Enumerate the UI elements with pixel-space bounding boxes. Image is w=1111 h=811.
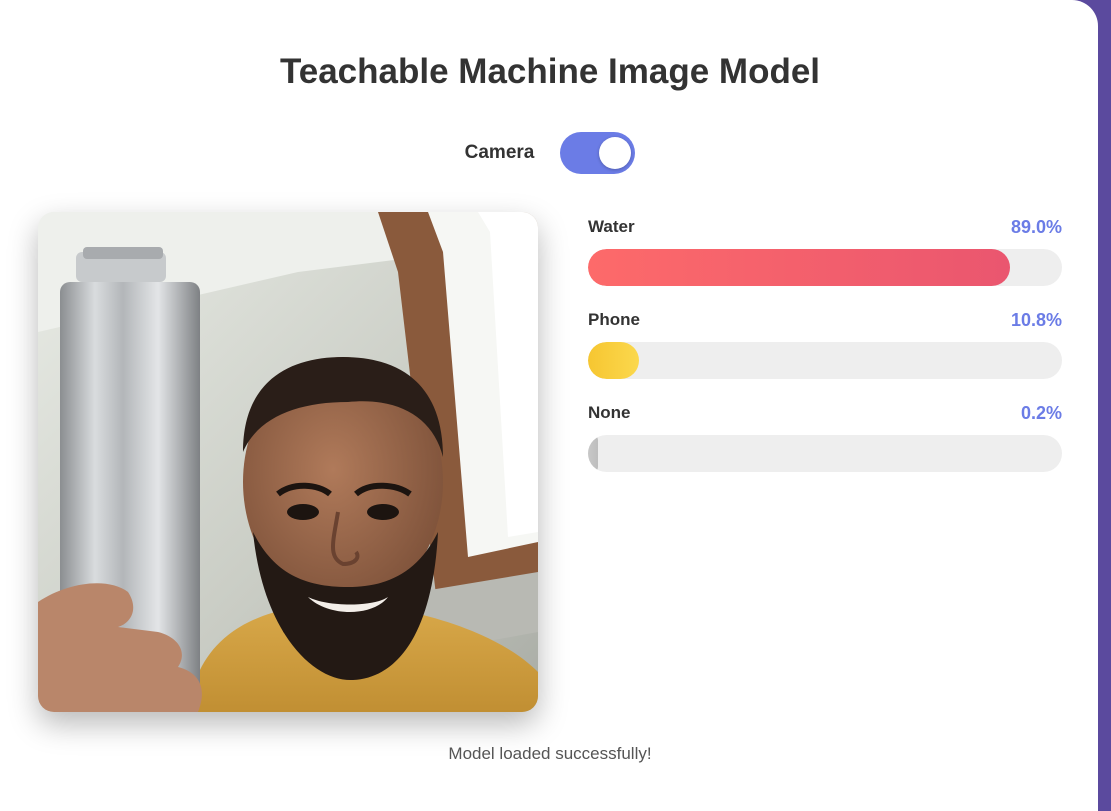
progress-track: [588, 342, 1062, 379]
status-message: Model loaded successfully!: [448, 744, 652, 763]
prediction-header: Phone 10.8%: [588, 305, 1062, 335]
toggle-knob: [599, 137, 632, 169]
prediction-row-none: None 0.2%: [588, 398, 1062, 491]
webcam-feed: [38, 212, 538, 712]
prediction-header: Water 89.0%: [588, 212, 1062, 242]
progress-fill: [588, 435, 598, 472]
prediction-percentage: 0.2%: [1020, 402, 1062, 423]
prediction-percentage: 89.0%: [1010, 216, 1062, 237]
progress-fill: [588, 249, 1010, 286]
prediction-label: Phone: [588, 310, 640, 329]
camera-toggle[interactable]: [560, 132, 636, 174]
camera-control: Camera: [0, 132, 1098, 174]
webcam-image: [38, 212, 538, 712]
predictions-panel: Water 89.0% Phone 10.8% None 0.2%: [588, 212, 1062, 491]
progress-track: [588, 249, 1062, 286]
prediction-percentage: 10.8%: [1010, 309, 1062, 330]
page-title: Teachable Machine Image Model: [279, 52, 821, 91]
prediction-label: Water: [588, 217, 635, 236]
prediction-label: None: [588, 403, 631, 422]
app-card: Teachable Machine Image Model Camera Wat…: [0, 0, 1098, 811]
prediction-header: None 0.2%: [588, 398, 1062, 428]
camera-label: Camera: [464, 142, 535, 163]
progress-fill: [588, 342, 639, 379]
progress-track: [588, 435, 1062, 472]
prediction-row-water: Water 89.0%: [588, 212, 1062, 305]
prediction-row-phone: Phone 10.8%: [588, 305, 1062, 398]
